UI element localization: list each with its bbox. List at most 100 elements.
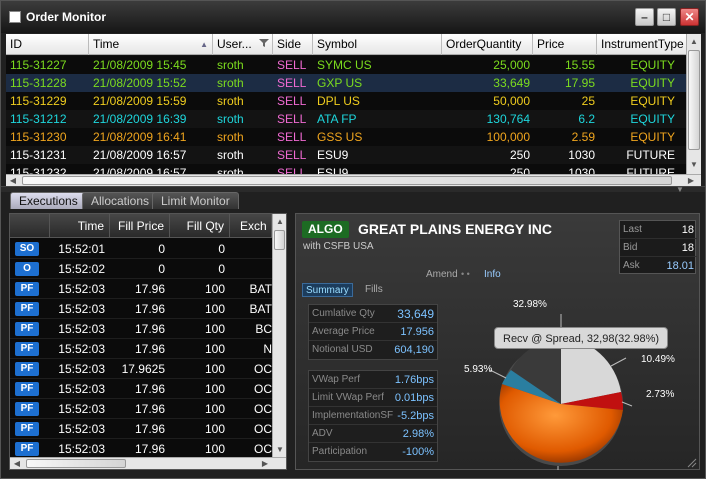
stat-label: Notional USD (312, 344, 373, 355)
execution-cell-price: 17.9625 (121, 362, 165, 376)
scroll-left-icon[interactable]: ◀ (6, 174, 20, 186)
execution-cell-time: 15:52:03 (58, 442, 105, 456)
order-cell-id: 115-31231 (10, 148, 67, 162)
scroll-thumb[interactable] (26, 459, 126, 468)
info-link[interactable]: Info (484, 269, 501, 280)
column-header-badge[interactable] (10, 214, 50, 238)
order-row[interactable]: 115-31229 21/08/2009 15:59 sroth SELL DPL US… (6, 92, 686, 110)
execution-cell-price: 17.96 (134, 422, 165, 436)
order-cell-time: 21/08/2009 16:57 (93, 148, 187, 162)
stat-row: ADV 2.98% (309, 425, 437, 443)
filter-icon[interactable] (259, 34, 269, 55)
subtab-fills[interactable]: Fills (362, 283, 386, 297)
column-label: User... (217, 37, 252, 51)
execution-row[interactable]: PF 15:52:03 17.96 100 N (10, 339, 272, 359)
execution-cell-exch: N (263, 342, 272, 356)
execution-cell-time: 15:52:03 (58, 302, 105, 316)
stat-row: Participation -100% (309, 443, 437, 461)
order-cell-qty: 130,764 (486, 112, 530, 126)
orders-horizontal-scrollbar[interactable]: ◀ ▶ (6, 174, 701, 186)
scroll-right-icon[interactable]: ▶ (258, 457, 272, 470)
column-header-fill-qty[interactable]: Fill Qty (170, 214, 230, 238)
execution-cell-exch: OC (254, 382, 272, 396)
app-icon (9, 11, 21, 23)
scroll-up-icon[interactable]: ▲ (687, 35, 701, 48)
amend-link[interactable]: Amend (426, 269, 458, 280)
resize-grip-icon[interactable] (687, 458, 697, 468)
scroll-up-icon[interactable]: ▲ (273, 215, 287, 228)
order-cell-user: sroth (217, 94, 244, 108)
execution-row[interactable]: PF 15:52:03 17.9625 100 OC (10, 359, 272, 379)
execution-row[interactable]: PF 15:52:03 17.96 100 OC (10, 439, 272, 459)
execution-row[interactable]: PF 15:52:03 17.96 100 BAT (10, 279, 272, 299)
execution-cell-qty: 100 (204, 402, 225, 416)
execution-row[interactable]: PF 15:52:03 17.96 100 OC (10, 419, 272, 439)
order-row[interactable]: 115-31212 21/08/2009 16:39 sroth SELL ATA FP… (6, 110, 686, 128)
order-row[interactable]: 115-31231 21/08/2009 16:57 sroth SELL ESU9 25… (6, 146, 686, 164)
order-cell-user: sroth (217, 148, 244, 162)
scroll-thumb[interactable] (22, 176, 672, 185)
stat-value: 604,190 (394, 344, 434, 356)
column-header-time[interactable]: Time (50, 214, 110, 238)
orders-vertical-scrollbar[interactable]: ▲ ▼ (686, 34, 701, 174)
column-header-fill-price[interactable]: Fill Price (110, 214, 170, 238)
column-header-exchange[interactable]: Exch (230, 214, 272, 238)
quote-label: Ask (623, 260, 640, 271)
quote-label: Last (623, 224, 642, 235)
column-header-symbol[interactable]: Symbol (313, 34, 442, 55)
execution-type-badge: PF (15, 362, 39, 376)
execution-row[interactable]: O 15:52:02 0 0 (10, 259, 272, 279)
execution-cell-price: 17.96 (134, 302, 165, 316)
chart-tooltip: Recv @ Spread, 32,98(32.98%) (494, 327, 669, 349)
quote-value: 18 (681, 242, 694, 254)
minimize-button[interactable]: – (635, 8, 654, 26)
execution-row[interactable]: PF 15:52:03 17.96 100 OC (10, 379, 272, 399)
order-cell-id: 115-31212 (10, 112, 67, 126)
broker-label: with CSFB USA (303, 241, 374, 252)
scroll-thumb[interactable] (688, 50, 700, 150)
column-header-id[interactable]: ID (6, 34, 89, 55)
scroll-down-icon[interactable]: ▼ (687, 158, 701, 171)
order-row[interactable]: 115-31227 21/08/2009 15:45 sroth SELL SYMC U… (6, 56, 686, 74)
executions-horizontal-scrollbar[interactable]: ◀ ▶ (10, 457, 286, 469)
executions-header: Time Fill Price Fill Qty Exch (10, 214, 272, 238)
execution-cell-qty: 100 (204, 342, 225, 356)
scroll-thumb[interactable] (274, 230, 285, 250)
pie-label: 2.73% (646, 389, 675, 400)
execution-cell-exch: BC (255, 322, 272, 336)
order-cell-qty: 33,649 (493, 76, 530, 90)
tab-limit-monitor[interactable]: Limit Monitor (152, 192, 239, 209)
separator-dots: • • (461, 269, 470, 279)
scroll-left-icon[interactable]: ◀ (10, 457, 24, 470)
tab-executions[interactable]: Executions (10, 192, 87, 209)
order-cell-side: SELL (277, 130, 307, 144)
execution-row[interactable]: PF 15:52:03 17.96 100 OC (10, 399, 272, 419)
quote-value: 18 (681, 224, 694, 236)
order-row[interactable]: 115-31228 21/08/2009 15:52 sroth SELL GXP US… (6, 74, 686, 92)
order-cell-symbol: SYMC US (317, 58, 372, 72)
column-header-time[interactable]: Time ▲ (89, 34, 213, 55)
subtab-summary[interactable]: Summary (302, 283, 353, 297)
scroll-right-icon[interactable]: ▶ (684, 174, 698, 186)
execution-row[interactable]: SO 15:52:01 0 0 (10, 239, 272, 259)
executions-vertical-scrollbar[interactable]: ▲ ▼ (272, 214, 286, 458)
close-button[interactable]: ✕ (680, 8, 699, 26)
column-header-side[interactable]: Side (273, 34, 313, 55)
column-header-user[interactable]: User... (213, 34, 273, 55)
execution-row[interactable]: PF 15:52:03 17.96 100 BAT (10, 299, 272, 319)
execution-cell-price: 0 (158, 262, 165, 276)
order-row[interactable]: 115-31230 21/08/2009 16:41 sroth SELL GSS US… (6, 128, 686, 146)
scroll-down-icon[interactable]: ▼ (273, 443, 287, 456)
tab-allocations[interactable]: Allocations (82, 192, 159, 209)
title-bar[interactable]: Order Monitor – □ ✕ (1, 1, 705, 33)
execution-type-badge: PF (15, 342, 39, 356)
column-header-price[interactable]: Price (533, 34, 597, 55)
maximize-button[interactable]: □ (657, 8, 676, 26)
column-header-instrumenttype[interactable]: InstrumentType (597, 34, 686, 55)
quote-label: Bid (623, 242, 638, 253)
column-header-orderquantity[interactable]: OrderQuantity (442, 34, 533, 55)
execution-cell-qty: 100 (204, 302, 225, 316)
column-label: Time (93, 37, 120, 51)
execution-row[interactable]: PF 15:52:03 17.96 100 BC (10, 319, 272, 339)
execution-cell-exch: OC (254, 362, 272, 376)
